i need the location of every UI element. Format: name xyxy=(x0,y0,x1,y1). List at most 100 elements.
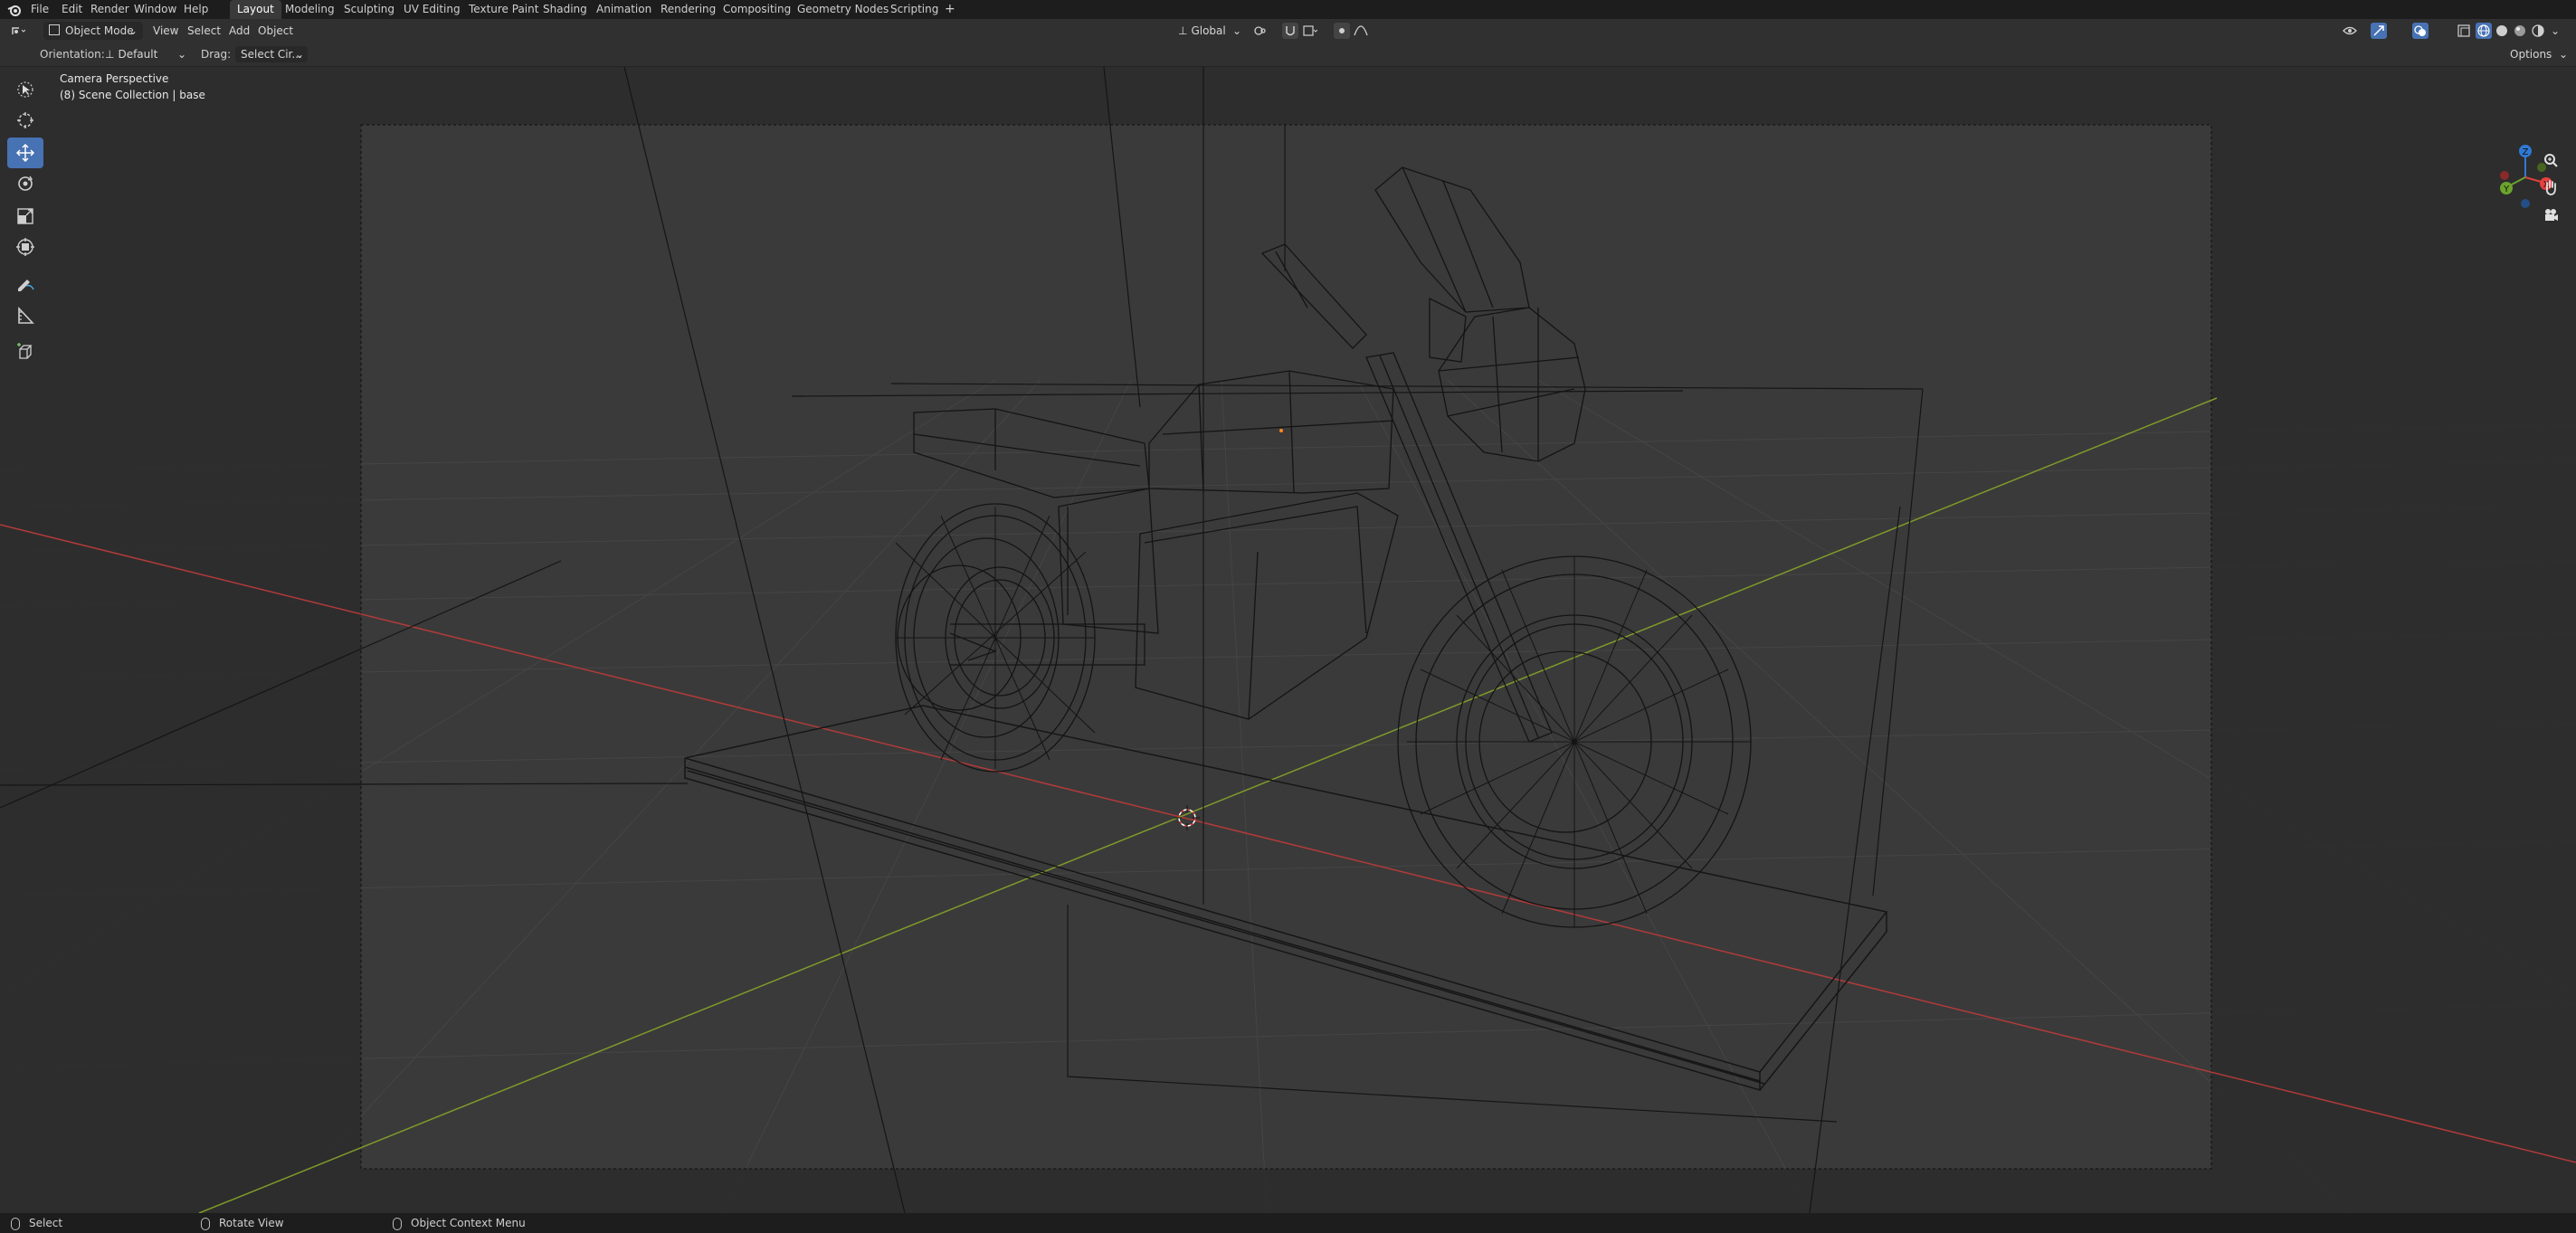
material-shading-icon[interactable] xyxy=(2512,23,2528,39)
hand-icon xyxy=(2545,180,2556,195)
zoom-icon xyxy=(2544,154,2558,167)
status-context-menu: Object Context Menu xyxy=(393,1213,526,1233)
scale-icon xyxy=(17,208,33,224)
chevron-down-icon[interactable]: ⌄ xyxy=(2551,22,2560,40)
y-axis-label: Y xyxy=(2503,185,2510,194)
scale-tool[interactable] xyxy=(7,201,43,232)
3d-viewport[interactable]: Camera Perspective (8) Scene Collection … xyxy=(0,67,2576,1213)
tab-compositing[interactable]: Compositing xyxy=(723,0,791,19)
pencil-icon xyxy=(18,280,34,291)
camera-view-button[interactable] xyxy=(2539,203,2562,226)
tab-rendering[interactable]: Rendering xyxy=(661,0,716,19)
menu-edit[interactable]: Edit xyxy=(62,0,82,19)
move-arrows-icon xyxy=(15,143,35,163)
status-rotate-view: Rotate View xyxy=(201,1213,284,1233)
passepartout-top xyxy=(0,67,2576,125)
select-box-tool[interactable] xyxy=(7,74,43,105)
add-menu[interactable]: Add xyxy=(229,22,250,40)
object-menu[interactable]: Object xyxy=(258,22,293,40)
transform-tool[interactable] xyxy=(7,232,43,262)
chevron-down-icon: ⌄ xyxy=(1231,24,1241,37)
options-dropdown[interactable]: Options ⌄ xyxy=(2505,46,2570,62)
status-select: Select xyxy=(11,1213,62,1233)
passepartout-left xyxy=(0,125,361,1169)
add-cube-tool[interactable] xyxy=(7,337,43,367)
drag-value: Select Cir... xyxy=(241,48,302,61)
rotate-tool[interactable] xyxy=(7,168,43,199)
view-menu[interactable]: View xyxy=(153,22,178,40)
cursor-tool[interactable] xyxy=(7,105,43,136)
status-bar: Select Rotate View Object Context Menu xyxy=(0,1213,2576,1233)
orientation-axes-icon: ⊥ xyxy=(1178,24,1188,37)
transform-orientation-dropdown[interactable]: ⊥ Global ⌄ xyxy=(1173,22,1243,40)
pivot-point-icon[interactable] xyxy=(1251,23,1268,39)
gizmo-toggle-icon[interactable] xyxy=(2371,23,2387,39)
add-cube-icon xyxy=(17,343,33,359)
pan-button[interactable] xyxy=(2539,175,2562,199)
blender-logo-icon[interactable] xyxy=(7,3,22,17)
tab-shading[interactable]: Shading xyxy=(543,0,587,19)
tab-scripting[interactable]: Scripting xyxy=(890,0,938,19)
mouse-middle-icon xyxy=(201,1217,210,1230)
ruler-icon xyxy=(18,306,34,324)
editor-type-icon[interactable] xyxy=(9,23,25,39)
orientation-label: Orientation: xyxy=(40,48,105,61)
transform-icon xyxy=(16,238,34,256)
menu-render[interactable]: Render xyxy=(90,0,129,19)
zoom-button[interactable] xyxy=(2539,148,2562,172)
chevron-down-icon: ⌄ xyxy=(128,24,138,37)
view-name-label: Camera Perspective xyxy=(60,72,169,85)
chevron-down-icon: ⌄ xyxy=(2558,48,2568,61)
camera-icon xyxy=(2545,209,2558,221)
tab-uv-editing[interactable]: UV Editing xyxy=(404,0,461,19)
visibility-filter-icon[interactable] xyxy=(2342,23,2358,39)
falloff-icon[interactable] xyxy=(1353,23,1369,39)
object-mode-icon xyxy=(49,24,60,35)
passepartout-bottom xyxy=(0,1169,2576,1213)
status-context-label: Object Context Menu xyxy=(411,1217,526,1229)
tab-sculpting[interactable]: Sculpting xyxy=(344,0,394,19)
wireframe-shading-icon[interactable] xyxy=(2476,23,2492,39)
mouse-right-icon xyxy=(393,1217,402,1230)
chevron-down-icon: ⌄ xyxy=(176,48,186,61)
tab-animation[interactable]: Animation xyxy=(596,0,651,19)
cursor-arrow-icon xyxy=(17,81,33,98)
tab-texture-paint[interactable]: Texture Paint xyxy=(469,0,538,19)
mode-label: Object Mode xyxy=(65,24,134,37)
snap-target-icon[interactable] xyxy=(1301,23,1317,39)
drag-dropdown[interactable]: Select Cir... ⌄ xyxy=(235,46,308,62)
solid-shading-icon[interactable] xyxy=(2494,23,2510,39)
mode-dropdown[interactable]: Object Mode ⌄ xyxy=(43,22,143,40)
chevron-down-icon: ⌄ xyxy=(294,48,304,61)
tab-layout[interactable]: Layout xyxy=(230,0,281,19)
snap-icon[interactable] xyxy=(1282,23,1298,39)
z-axis-label: Z xyxy=(2523,147,2529,157)
menu-file[interactable]: File xyxy=(31,0,49,19)
menu-help[interactable]: Help xyxy=(184,0,208,19)
move-tool[interactable] xyxy=(7,138,43,168)
select-menu[interactable]: Select xyxy=(187,22,221,40)
orientation-value: Default xyxy=(118,48,158,61)
orientation-dropdown[interactable]: ⊥ Default ⌄ xyxy=(100,46,190,62)
tab-geometry-nodes[interactable]: Geometry Nodes xyxy=(797,0,889,19)
orientation-label: Global xyxy=(1191,24,1226,37)
mouse-left-icon xyxy=(11,1217,20,1230)
status-rotate-label: Rotate View xyxy=(219,1217,284,1229)
menu-window[interactable]: Window xyxy=(134,0,176,19)
add-workspace-button[interactable]: + xyxy=(945,0,955,19)
xray-toggle-icon[interactable] xyxy=(2456,23,2472,39)
annotate-tool[interactable] xyxy=(7,268,43,299)
measure-tool[interactable] xyxy=(7,300,43,331)
rendered-shading-icon[interactable] xyxy=(2530,23,2546,39)
object-origin-dot xyxy=(1279,429,1283,432)
scene-canvas[interactable] xyxy=(0,67,2576,1213)
tab-modeling[interactable]: Modeling xyxy=(285,0,335,19)
3d-cursor-icon xyxy=(17,112,33,128)
options-label: Options xyxy=(2510,48,2552,61)
passepartout-right xyxy=(2211,125,2576,1169)
proportional-editing-icon[interactable] xyxy=(1334,23,1350,39)
orientation-axes-icon: ⊥ xyxy=(105,48,115,61)
rotate-icon xyxy=(18,175,33,191)
status-select-label: Select xyxy=(29,1217,63,1229)
overlays-toggle-icon[interactable] xyxy=(2412,23,2429,39)
